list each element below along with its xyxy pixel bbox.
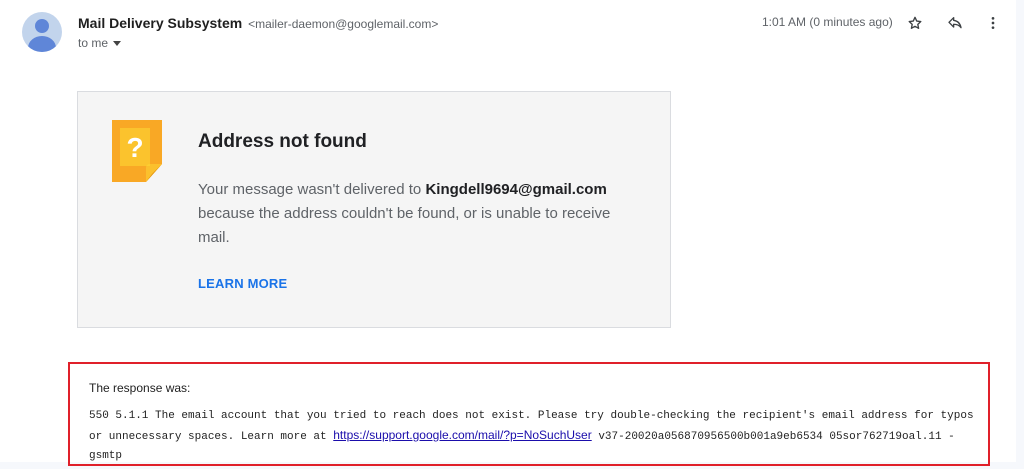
more-vert-icon[interactable] — [982, 12, 1004, 34]
svg-text:?: ? — [126, 132, 143, 163]
response-label: The response was: — [89, 381, 191, 395]
learn-more-link[interactable]: LEARN MORE — [198, 276, 287, 291]
support-link[interactable]: https://support.google.com/mail/?p=NoSuc… — [333, 428, 591, 442]
message-prefix: Your message wasn't delivered to — [198, 181, 426, 198]
avatar-icon[interactable] — [22, 12, 62, 52]
card-title: Address not found — [198, 131, 367, 152]
response-text: 550 5.1.1 The email account that you tri… — [89, 407, 975, 466]
response-box: The response was: 550 5.1.1 The email ac… — [68, 362, 990, 466]
sender-email: <mailer-daemon@googlemail.com> — [248, 17, 439, 31]
card-message: Your message wasn't delivered to Kingdel… — [198, 178, 638, 250]
recipient-label: to me — [78, 36, 109, 50]
question-note-icon: ? — [112, 120, 162, 182]
failed-address: Kingdell9694@gmail.com — [425, 181, 607, 198]
message-suffix: because the address couldn't be found, o… — [198, 205, 611, 246]
recipient-details-toggle[interactable]: to me — [78, 36, 122, 50]
sender-name: Mail Delivery Subsystem — [78, 15, 243, 31]
address-not-found-card: ? Address not found Your message wasn't … — [77, 91, 671, 328]
email-view: Mail Delivery Subsystem <mailer-daemon@g… — [0, 0, 1016, 466]
reply-icon[interactable] — [944, 12, 966, 34]
timestamp: 1:01 AM (0 minutes ago) — [762, 15, 893, 29]
chevron-down-icon — [113, 41, 122, 47]
star-icon[interactable] — [904, 12, 926, 34]
sender[interactable]: Mail Delivery Subsystem <mailer-daemon@g… — [78, 15, 438, 31]
